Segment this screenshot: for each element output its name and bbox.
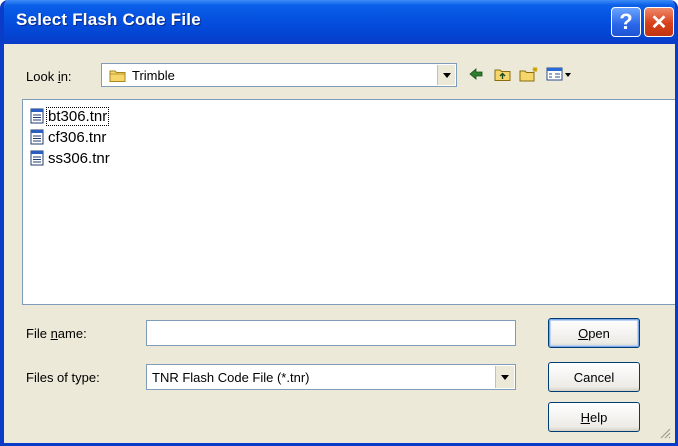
close-icon: ✕: [650, 11, 668, 34]
look-in-dropdown[interactable]: Trimble: [101, 63, 457, 87]
file-icon: [30, 150, 44, 166]
help-button[interactable]: Help: [548, 402, 640, 432]
look-in-value: Trimble: [132, 68, 175, 83]
window-title: Select Flash Code File: [16, 10, 201, 29]
file-name: ss306.tnr: [48, 149, 110, 167]
look-in-dropdown-arrow[interactable]: [437, 65, 455, 85]
back-icon: [469, 68, 483, 80]
files-of-type-value: TNR Flash Code File (*.tnr): [152, 370, 310, 385]
dialog-window: Select Flash Code File ? ✕ Look in: Trim…: [0, 0, 678, 446]
look-in-label-text: Look: [26, 69, 58, 84]
help-title-button[interactable]: ?: [611, 7, 641, 37]
file-name-access-key: n: [50, 326, 58, 341]
new-folder-icon: [519, 67, 538, 82]
file-name: cf306.tnr: [48, 128, 107, 146]
view-menu-button[interactable]: [545, 64, 575, 84]
file-icon: [30, 108, 44, 124]
file-list[interactable]: bt306.tnr cf306.tnr ss306.tnr: [22, 99, 675, 305]
view-menu-icon: [546, 67, 571, 81]
files-of-type-dropdown[interactable]: TNR Flash Code File (*.tnr): [146, 364, 516, 390]
up-folder-button[interactable]: [492, 64, 514, 84]
up-folder-icon: [494, 69, 511, 81]
title-bar[interactable]: Select Flash Code File ? ✕: [4, 0, 675, 44]
file-name-label-suffix: ame:: [57, 326, 87, 341]
cancel-button[interactable]: Cancel: [548, 362, 640, 392]
help-label: elp: [590, 409, 608, 425]
file-item[interactable]: cf306.tnr: [29, 127, 107, 147]
files-of-type-dropdown-arrow[interactable]: [495, 366, 514, 388]
help-access-key: H: [580, 409, 591, 425]
look-in-label-suffix: n:: [60, 69, 72, 84]
open-access-key: O: [578, 325, 589, 341]
file-name-input[interactable]: [146, 320, 516, 346]
chevron-down-icon: [501, 374, 509, 380]
resize-grip-icon[interactable]: [659, 427, 671, 439]
folder-icon: [109, 68, 127, 88]
chevron-down-icon: [442, 72, 451, 78]
question-icon: ?: [619, 9, 633, 34]
files-of-type-label: Files of type:: [26, 370, 100, 385]
open-button[interactable]: Open: [548, 318, 640, 348]
back-button[interactable]: [466, 64, 486, 84]
open-label: pen: [588, 325, 610, 341]
close-button[interactable]: ✕: [644, 7, 674, 37]
file-item[interactable]: ss306.tnr: [29, 148, 111, 168]
file-name-label-text: File: [26, 326, 51, 341]
cancel-label: Cancel: [573, 369, 615, 385]
new-folder-button[interactable]: [518, 64, 540, 84]
look-in-label: Look in:: [26, 69, 72, 84]
file-icon: [30, 129, 44, 145]
file-name: bt306.tnr: [45, 106, 110, 126]
file-item[interactable]: bt306.tnr: [29, 106, 110, 126]
file-name-label: File name:: [26, 326, 87, 341]
